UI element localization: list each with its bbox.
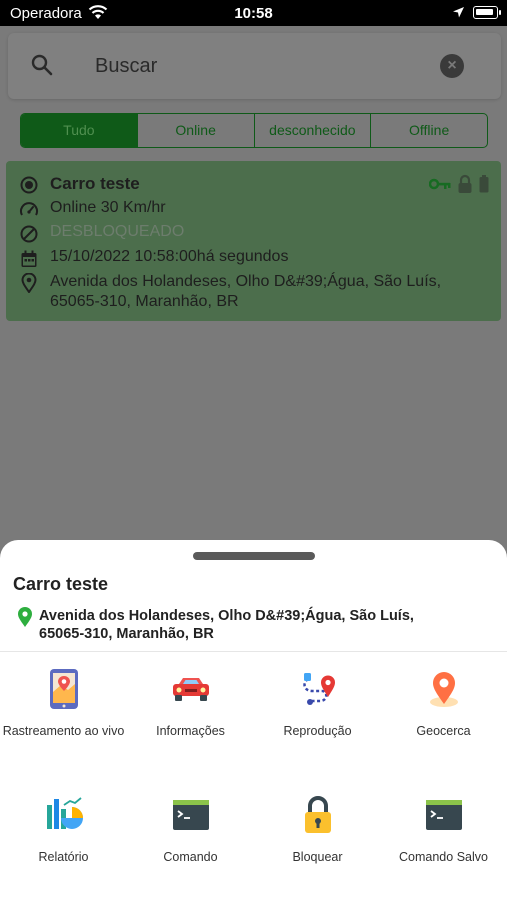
action-label: Bloquear — [292, 850, 343, 864]
route-icon — [296, 667, 340, 711]
location-pin-icon — [18, 272, 40, 294]
vehicle-status-icons — [428, 174, 489, 199]
vehicle-address-row: Avenida dos Holandeses, Olho D&#39;Água,… — [18, 272, 470, 312]
action-informacoes[interactable]: Informações — [127, 667, 254, 738]
clear-search-icon[interactable]: × — [440, 54, 464, 78]
terminal-icon — [422, 793, 466, 837]
action-geocerca[interactable]: Geocerca — [380, 667, 507, 738]
car-icon — [169, 667, 213, 711]
search-input[interactable]: Buscar — [95, 55, 157, 78]
action-comando-salvo[interactable]: Comando Salvo — [380, 793, 507, 864]
status-bar: Operadora 10:58 — [0, 0, 507, 26]
action-label: Relatório — [38, 850, 89, 864]
action-label: Reprodução — [283, 724, 352, 738]
vehicle-speed-row: Online 30 Km/hr — [18, 199, 166, 221]
action-label: Informações — [156, 724, 225, 738]
calendar-icon — [18, 248, 40, 270]
vehicle-card[interactable]: Carro teste Online 30 Km/hr DESBLOQUEADO… — [6, 161, 501, 321]
location-arrow-icon — [452, 6, 465, 24]
sheet-title: Carro teste — [13, 574, 109, 594]
radio-selected-icon — [18, 174, 40, 196]
sheet-address-row: Avenida dos Holandeses, Olho D&#39;Água,… — [17, 607, 419, 643]
lock-status: DESBLOQUEADO — [50, 223, 185, 240]
action-live-tracking[interactable]: Rastreamento ao vivo — [0, 667, 127, 738]
divider — [0, 651, 507, 652]
clock-time: 10:58 — [234, 5, 273, 22]
action-relatorio[interactable]: Relatório — [0, 793, 127, 864]
vehicle-lock-row: DESBLOQUEADO — [18, 223, 184, 245]
vehicle-address: Avenida dos Holandeses, Olho D&#39;Água,… — [50, 273, 442, 310]
report-chart-icon — [42, 793, 86, 837]
action-label: Comando — [163, 850, 218, 864]
lock-icon — [457, 174, 473, 199]
action-comando[interactable]: Comando — [127, 793, 254, 864]
live-tracking-icon — [42, 667, 86, 711]
action-label: Comando Salvo — [399, 850, 488, 864]
filter-offline[interactable]: Offline — [370, 114, 487, 147]
vehicle-actions-sheet: Carro teste Avenida dos Holandeses, Olho… — [0, 540, 507, 900]
device-battery-icon — [479, 175, 489, 198]
search-bar[interactable]: Buscar × — [8, 33, 501, 99]
filter-online[interactable]: Online — [136, 114, 254, 147]
map-pin-icon — [17, 607, 33, 632]
terminal-icon — [169, 793, 213, 837]
status-filter: Tudo Online desconhecido Offline — [20, 113, 488, 148]
speedometer-icon — [18, 199, 40, 221]
search-icon — [30, 53, 54, 82]
vehicle-name-row: Carro teste — [18, 174, 140, 196]
filter-tudo[interactable]: Tudo — [21, 114, 137, 147]
action-bloquear[interactable]: Bloquear — [254, 793, 381, 864]
block-icon — [18, 223, 40, 245]
battery-icon — [473, 6, 501, 19]
filter-desconhecido[interactable]: desconhecido — [253, 114, 371, 147]
padlock-icon — [296, 793, 340, 837]
sheet-grabber[interactable] — [193, 552, 315, 560]
key-icon — [428, 177, 451, 196]
vehicle-speed: Online 30 Km/hr — [50, 199, 166, 216]
action-label: Geocerca — [416, 724, 471, 738]
vehicle-datetime: 15/10/2022 10:58:00há segundos — [50, 248, 289, 265]
vehicle-datetime-row: 15/10/2022 10:58:00há segundos — [18, 248, 288, 270]
geofence-pin-icon — [422, 667, 466, 711]
action-reproducao[interactable]: Reprodução — [254, 667, 381, 738]
action-label: Rastreamento ao vivo — [2, 724, 125, 738]
sheet-address: Avenida dos Holandeses, Olho D&#39;Água,… — [39, 608, 414, 642]
vehicle-name: Carro teste — [50, 174, 140, 193]
